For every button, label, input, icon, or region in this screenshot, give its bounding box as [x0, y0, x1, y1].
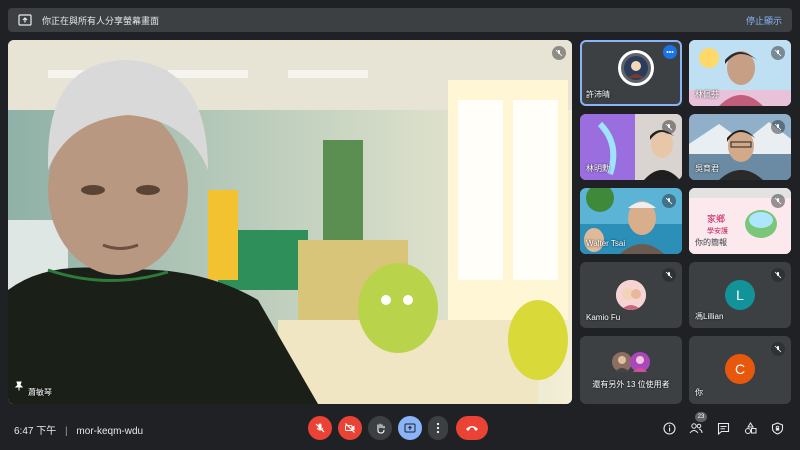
participant-tile[interactable]: 吳育君 — [689, 114, 791, 180]
participant-count-badge: 23 — [695, 412, 707, 422]
host-controls-button[interactable] — [769, 420, 785, 436]
banner-text: 你正在與所有人分享螢幕畫面 — [42, 15, 160, 26]
avatar: C — [725, 354, 755, 384]
hand-icon — [377, 423, 385, 434]
participant-name: 許沛晴 — [586, 90, 610, 99]
mic-off-icon — [662, 268, 676, 282]
chat-icon — [717, 422, 729, 435]
participant-name: 林明勳 — [586, 164, 610, 173]
participant-name: 蕭敏琴 — [28, 388, 52, 397]
present-screen-icon — [18, 13, 32, 27]
hang-up-icon — [466, 426, 478, 431]
avatar — [618, 50, 654, 86]
microphone-button[interactable] — [308, 416, 332, 440]
stop-presenting-button[interactable]: 停止顯示 — [746, 14, 782, 27]
leave-call-button[interactable] — [456, 416, 488, 440]
camera-off-icon — [345, 423, 355, 433]
participant-tile[interactable]: Walter Tsai — [580, 188, 682, 254]
avatar — [612, 352, 632, 372]
presentation-tile[interactable]: 家鄉 學安護 你的簡報 — [689, 188, 791, 254]
meeting-details-button[interactable] — [661, 420, 677, 436]
present-now-button[interactable] — [398, 416, 422, 440]
participant-name: 你的簡報 — [695, 238, 727, 247]
info-icon — [662, 421, 676, 435]
participant-name: 林佩芬 — [695, 90, 719, 99]
participant-name: 馮Lillian — [695, 312, 724, 321]
main-speaker-tile[interactable]: 蕭敏琴 — [8, 40, 572, 404]
mic-off-icon — [552, 46, 566, 60]
participants-button[interactable] — [688, 420, 704, 436]
pin-icon[interactable] — [14, 378, 24, 396]
participant-name: Walter Tsai — [586, 239, 626, 248]
participant-tile[interactable]: 許沛晴 — [580, 40, 682, 106]
mic-off-icon — [771, 268, 785, 282]
more-vert-icon — [436, 422, 440, 434]
svg-text:家鄉: 家鄉 — [707, 213, 725, 225]
classroom-background — [8, 40, 572, 404]
participant-tile[interactable]: Kamio Fu — [580, 262, 682, 328]
avatar — [630, 352, 650, 372]
participant-tile[interactable]: 林佩芬 — [689, 40, 791, 106]
participant-name: 吳育君 — [695, 164, 719, 173]
participant-name: 你 — [695, 388, 703, 397]
more-options-button[interactable] — [428, 416, 448, 440]
current-time: 6:47 下午 — [14, 426, 57, 437]
shield-lock-icon — [771, 421, 783, 435]
mic-off-icon — [771, 46, 785, 60]
more-participants-label: 還有另外 13 位使用者 — [592, 380, 670, 389]
svg-text:學安護: 學安護 — [707, 226, 728, 235]
divider: | — [65, 426, 68, 437]
mic-off-icon — [662, 194, 676, 208]
mic-off-icon — [771, 342, 785, 356]
mic-off-icon — [315, 423, 325, 433]
activities-button[interactable] — [742, 420, 758, 436]
presenting-banner: 你正在與所有人分享螢幕畫面 停止顯示 — [8, 8, 792, 32]
participant-tile[interactable]: 林明勳 — [580, 114, 682, 180]
people-icon — [689, 423, 703, 434]
self-view-tile[interactable]: C 你 — [689, 336, 791, 404]
mic-off-icon — [771, 120, 785, 134]
bottom-control-bar: 6:47 下午 | mor-keqm-wdu 23 — [0, 408, 800, 450]
camera-button[interactable] — [338, 416, 362, 440]
more-participants-tile[interactable]: 還有另外 13 位使用者 — [580, 336, 682, 404]
participant-name: Kamio Fu — [586, 313, 621, 322]
present-screen-icon — [404, 423, 416, 433]
mic-off-icon — [662, 120, 676, 134]
raise-hand-button[interactable] — [368, 416, 392, 440]
avatar: L — [725, 280, 755, 310]
meeting-code: mor-keqm-wdu — [76, 426, 144, 437]
mic-off-icon — [771, 194, 785, 208]
activities-icon — [744, 421, 756, 434]
meeting-info: 6:47 下午 | mor-keqm-wdu — [14, 422, 143, 437]
chat-button[interactable] — [715, 420, 731, 436]
participant-tile[interactable]: L 馮Lillian — [689, 262, 791, 328]
speaking-indicator-icon — [663, 45, 677, 59]
avatar — [616, 280, 646, 310]
